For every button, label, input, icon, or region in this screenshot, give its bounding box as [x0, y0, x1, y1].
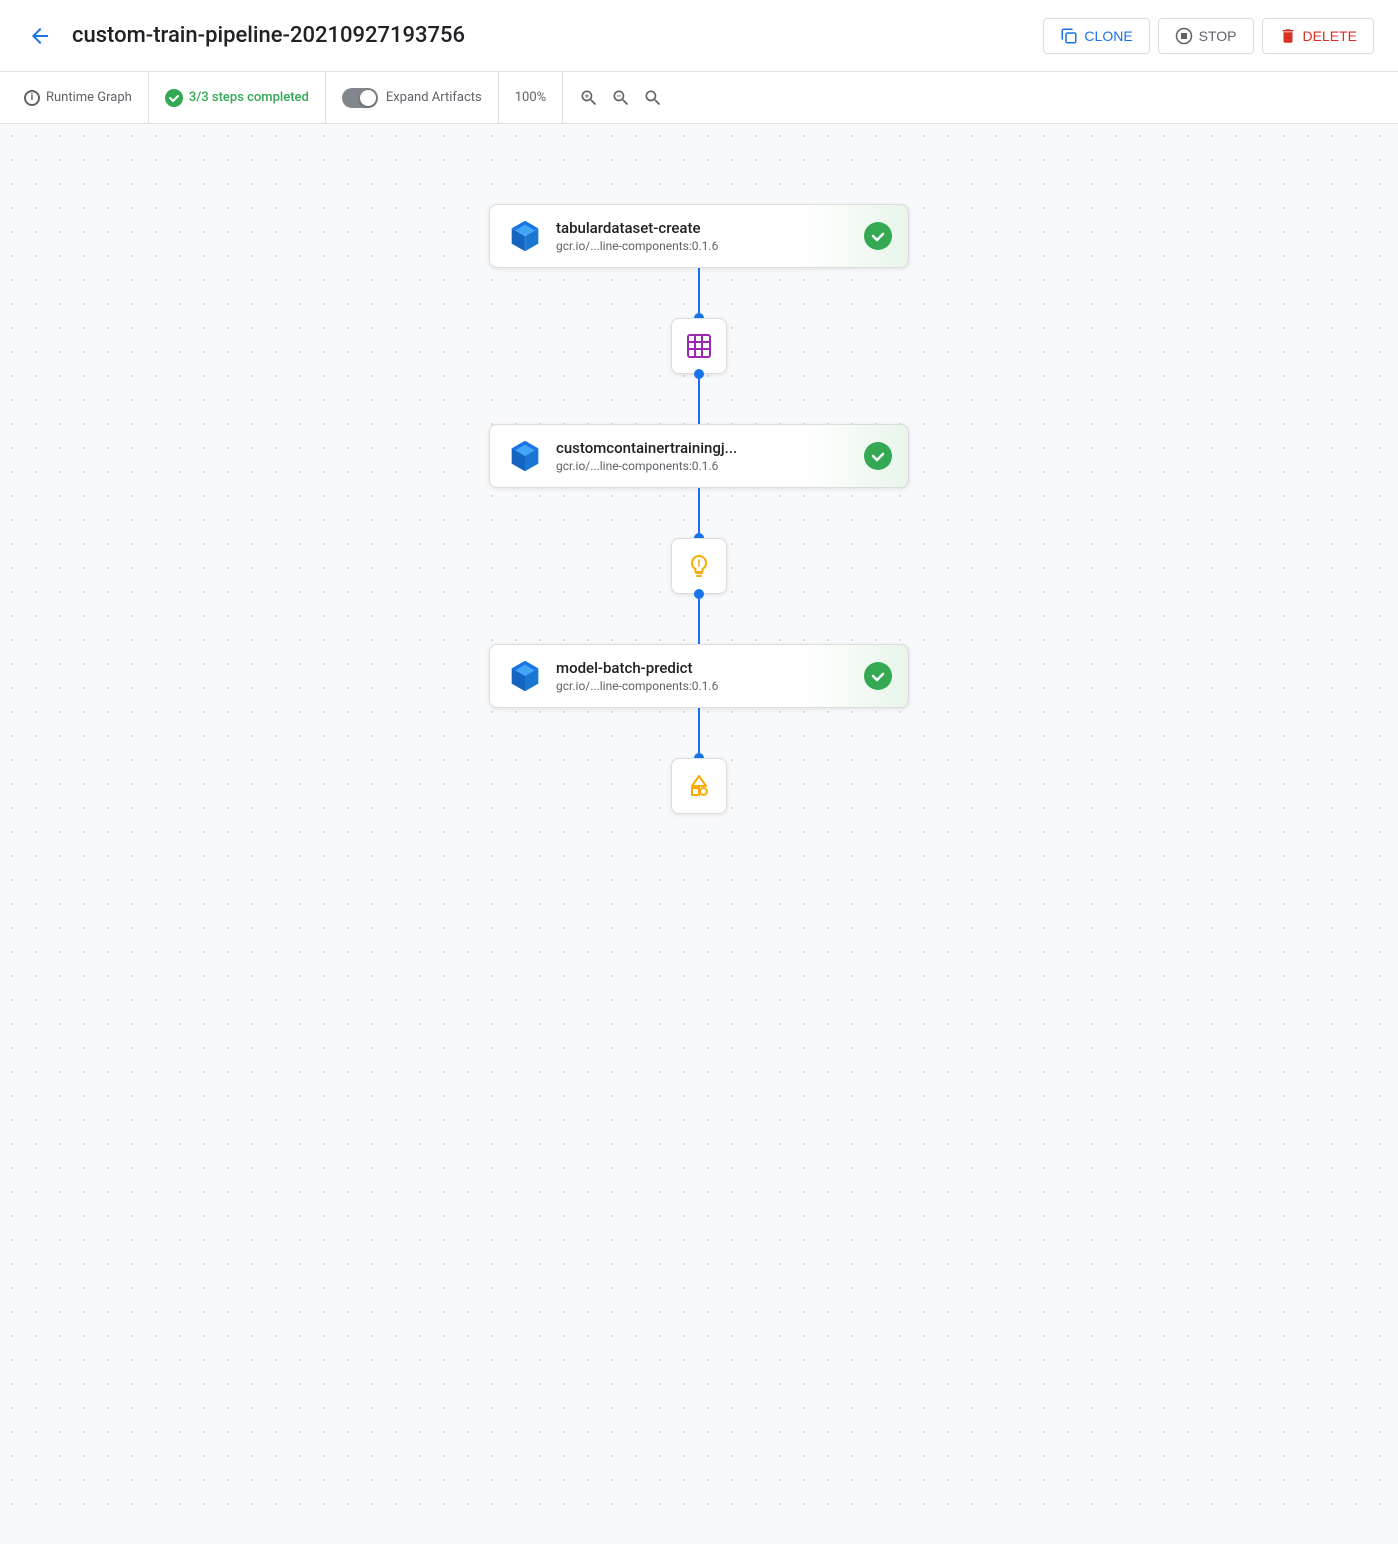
artifact-table[interactable]: [671, 318, 727, 374]
stop-icon: [1175, 27, 1193, 45]
node1-subtitle: gcr.io/...line-components:0.1.6: [556, 239, 852, 253]
node2-status-icon: [864, 442, 892, 470]
info-icon: i: [24, 90, 40, 106]
connector3: [671, 708, 727, 814]
delete-button[interactable]: DELETE: [1262, 18, 1374, 54]
line1b: [698, 374, 700, 424]
artifact-model[interactable]: [671, 538, 727, 594]
pipeline-title: custom-train-pipeline-20210927193756: [72, 23, 1027, 48]
node-customcontainertrainingj[interactable]: customcontainertrainingj... gcr.io/...li…: [489, 424, 909, 488]
delete-icon: [1279, 27, 1297, 45]
node-tabulardataset-create[interactable]: tabulardataset-create gcr.io/...line-com…: [489, 204, 909, 268]
runtime-graph-tab[interactable]: i Runtime Graph: [24, 72, 149, 123]
expand-artifacts-label: Expand Artifacts: [386, 90, 482, 105]
node1-name: tabulardataset-create: [556, 219, 852, 237]
zoom-controls: [563, 72, 679, 123]
expand-artifacts-toggle[interactable]: [342, 88, 378, 108]
table-icon: [685, 332, 713, 360]
zoom-in-button[interactable]: [575, 84, 603, 112]
node1-status-icon: [864, 222, 892, 250]
node3-status-icon: [864, 662, 892, 690]
artifact-shapes[interactable]: [671, 758, 727, 814]
cube-icon-node2: [506, 437, 544, 475]
steps-check-icon: [165, 89, 183, 107]
clone-button[interactable]: CLONE: [1043, 18, 1149, 54]
lightbulb-icon: [685, 552, 713, 580]
clone-icon: [1060, 27, 1078, 45]
toolbar: i Runtime Graph 3/3 steps completed Expa…: [0, 72, 1398, 124]
node-model-batch-predict[interactable]: model-batch-predict gcr.io/...line-compo…: [489, 644, 909, 708]
cube-icon-node1: [506, 217, 544, 255]
node3-info: model-batch-predict gcr.io/...line-compo…: [556, 659, 852, 693]
zoom-reset-button[interactable]: [639, 84, 667, 112]
expand-artifacts-toggle-wrap: Expand Artifacts: [326, 72, 499, 123]
connector1: [671, 268, 727, 424]
header: custom-train-pipeline-20210927193756 CLO…: [0, 0, 1398, 72]
pipeline-flow: tabulardataset-create gcr.io/...line-com…: [489, 204, 909, 814]
zoom-out-button[interactable]: [607, 84, 635, 112]
connector2: [671, 488, 727, 644]
zoom-level-display: 100%: [499, 72, 563, 123]
pipeline-canvas: tabulardataset-create gcr.io/...line-com…: [0, 124, 1398, 1524]
line2b: [698, 594, 700, 644]
line1a: [698, 268, 700, 318]
line2a: [698, 488, 700, 538]
steps-completed: 3/3 steps completed: [149, 72, 326, 123]
shapes-icon: [685, 772, 713, 800]
toggle-thumb: [360, 90, 376, 106]
node3-name: model-batch-predict: [556, 659, 852, 677]
back-button[interactable]: [24, 20, 56, 52]
line3a: [698, 708, 700, 758]
node2-name: customcontainertrainingj...: [556, 439, 852, 457]
stop-button[interactable]: STOP: [1158, 18, 1254, 54]
node2-info: customcontainertrainingj... gcr.io/...li…: [556, 439, 852, 473]
dot2b: [694, 589, 704, 599]
node3-subtitle: gcr.io/...line-components:0.1.6: [556, 679, 852, 693]
node2-subtitle: gcr.io/...line-components:0.1.6: [556, 459, 852, 473]
node1-info: tabulardataset-create gcr.io/...line-com…: [556, 219, 852, 253]
dot1b: [694, 369, 704, 379]
cube-icon-node3: [506, 657, 544, 695]
header-actions: CLONE STOP DELETE: [1043, 18, 1374, 54]
